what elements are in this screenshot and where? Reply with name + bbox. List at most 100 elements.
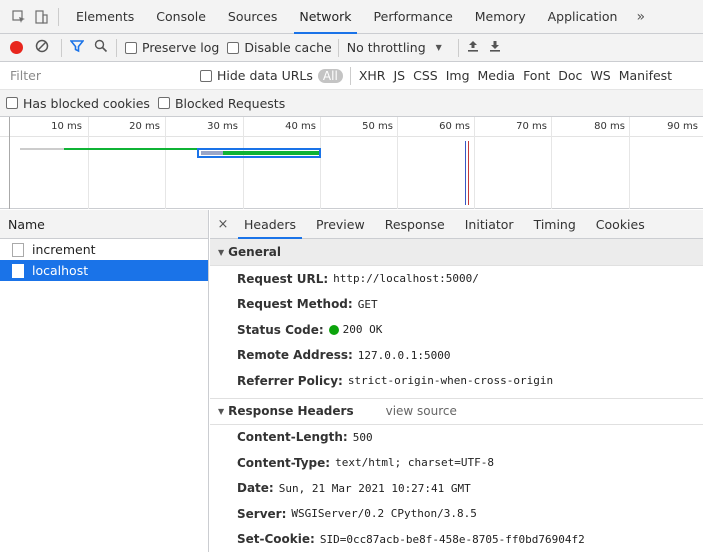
type-filter-all[interactable]: All	[317, 68, 343, 83]
export-har-icon[interactable]	[489, 39, 501, 56]
header-key: Server:	[237, 506, 287, 521]
list-item[interactable]: localhost	[0, 260, 208, 281]
type-filter-manifest[interactable]: Manifest	[615, 68, 676, 83]
timeline-gridline	[88, 117, 89, 209]
request-name: increment	[32, 242, 96, 257]
view-source-link[interactable]: view source	[386, 404, 457, 418]
type-filter-ws[interactable]: WS	[586, 68, 614, 83]
filter-funnel-icon[interactable]	[69, 39, 85, 56]
type-filter-xhr[interactable]: XHR	[355, 68, 390, 83]
clear-icon[interactable]	[35, 39, 49, 56]
timeline-overview[interactable]: 10 ms 20 ms 30 ms 40 ms 50 ms 60 ms 70 m…	[0, 117, 703, 209]
type-filter-img[interactable]: Img	[442, 68, 474, 83]
tab-elements[interactable]: Elements	[65, 0, 145, 34]
header-key: Request URL:	[237, 271, 329, 286]
device-toolbar-icon[interactable]	[30, 6, 52, 28]
tab-initiator[interactable]: Initiator	[455, 210, 524, 239]
tab-response[interactable]: Response	[375, 210, 455, 239]
header-value: 200 OK	[342, 323, 383, 337]
divider	[457, 38, 459, 57]
response-headers-section-header[interactable]: ▼ Response Headers view source	[210, 397, 703, 425]
checkbox-icon[interactable]	[6, 97, 18, 109]
expand-triangle-icon: ▼	[218, 247, 225, 257]
tab-performance[interactable]: Performance	[363, 0, 464, 34]
network-toolbar: Preserve log Disable cache No throttling…	[0, 34, 703, 62]
search-icon[interactable]	[94, 39, 108, 56]
tab-application[interactable]: Application	[537, 0, 629, 34]
header-row: Referrer Policy: strict-origin-when-cross…	[210, 368, 703, 394]
request-detail: × Headers Preview Response Initiator Tim…	[210, 210, 703, 552]
timeline-gridline	[551, 117, 552, 209]
detail-tabbar: × Headers Preview Response Initiator Tim…	[210, 210, 703, 239]
waterfall-bar-waiting	[201, 151, 223, 155]
header-key: Content-Type:	[237, 455, 331, 470]
close-icon[interactable]: ×	[212, 217, 234, 232]
document-icon	[12, 263, 24, 278]
header-key: Set-Cookie:	[237, 532, 315, 547]
inspect-element-icon[interactable]	[8, 6, 30, 28]
blocked-requests-checkbox[interactable]: Blocked Requests	[157, 96, 285, 111]
header-key: Status Code:	[237, 322, 324, 337]
timeline-tick-label: 70 ms	[516, 121, 547, 132]
type-filter-font[interactable]: Font	[519, 68, 554, 83]
checkbox-icon[interactable]	[157, 97, 170, 109]
dropdown-arrow-icon: ▼	[435, 43, 442, 52]
tab-cookies[interactable]: Cookies	[586, 210, 655, 239]
load-event-marker	[468, 141, 469, 205]
waterfall-bar-queue	[20, 148, 64, 150]
header-row: Set-Cookie: SID=0cc87acb-be8f-458e-8705-f…	[210, 527, 703, 552]
disable-cache-checkbox[interactable]: Disable cache	[227, 40, 332, 55]
timeline-gridline	[165, 117, 166, 209]
hide-data-urls-checkbox[interactable]: Hide data URLs	[200, 68, 313, 83]
more-tabs-chevron-icon[interactable]: »	[628, 9, 653, 25]
divider	[349, 66, 351, 85]
filter-input[interactable]	[0, 64, 200, 87]
dom-content-loaded-marker	[465, 141, 466, 205]
general-section-header[interactable]: ▼ General	[210, 239, 703, 266]
timeline-gridline	[397, 117, 398, 209]
type-filter-media[interactable]: Media	[474, 68, 520, 83]
tab-network[interactable]: Network	[288, 0, 362, 34]
tab-memory[interactable]: Memory	[464, 0, 537, 34]
header-row: Content-Type: text/html; charset=UTF-8	[210, 450, 703, 476]
general-title: General	[228, 245, 281, 259]
record-icon[interactable]	[10, 41, 23, 54]
header-value: Sun, 21 Mar 2021 10:27:41 GMT	[278, 481, 471, 495]
divider	[61, 38, 62, 57]
header-value: 500	[352, 430, 373, 444]
timeline-tick-label: 50 ms	[362, 121, 393, 132]
timeline-gridline	[243, 117, 244, 209]
overview-left-handle[interactable]	[0, 117, 10, 209]
header-row: Request Method: GET	[210, 292, 703, 318]
list-item[interactable]: increment	[0, 239, 208, 260]
timeline-gridline	[474, 117, 475, 209]
header-row: Remote Address: 127.0.0.1:5000	[210, 343, 703, 369]
throttling-select[interactable]: No throttling ▼	[347, 40, 442, 55]
header-key: Content-Length:	[237, 430, 348, 445]
type-filter-js[interactable]: JS	[389, 68, 409, 83]
tab-console[interactable]: Console	[145, 0, 217, 34]
status-ok-icon	[328, 324, 339, 335]
header-key: Request Method:	[237, 297, 353, 312]
type-filter-css[interactable]: CSS	[409, 68, 442, 83]
preserve-log-checkbox[interactable]: Preserve log	[125, 40, 219, 55]
tab-sources[interactable]: Sources	[217, 0, 288, 34]
request-name: localhost	[32, 263, 89, 278]
name-column-header[interactable]: Name	[0, 210, 208, 239]
tab-headers[interactable]: Headers	[234, 210, 306, 239]
disable-cache-label: Disable cache	[244, 40, 332, 55]
type-filter-doc[interactable]: Doc	[554, 68, 586, 83]
blocked-filter-bar: Has blocked cookies Blocked Requests	[0, 90, 703, 117]
checkbox-icon[interactable]	[125, 41, 137, 54]
header-value: 127.0.0.1:5000	[357, 348, 451, 362]
checkbox-icon[interactable]	[200, 69, 212, 82]
header-row: Server: WSGIServer/0.2 CPython/3.8.5	[210, 501, 703, 527]
tab-timing[interactable]: Timing	[524, 210, 586, 239]
import-har-icon[interactable]	[467, 39, 479, 56]
tab-preview[interactable]: Preview	[306, 210, 375, 239]
checkbox-icon[interactable]	[227, 41, 240, 54]
header-key: Remote Address:	[237, 348, 353, 363]
has-blocked-cookies-checkbox[interactable]: Has blocked cookies	[6, 96, 150, 111]
devtools-tabbar: Elements Console Sources Network Perform…	[0, 0, 703, 34]
timeline-gridline	[320, 117, 321, 209]
